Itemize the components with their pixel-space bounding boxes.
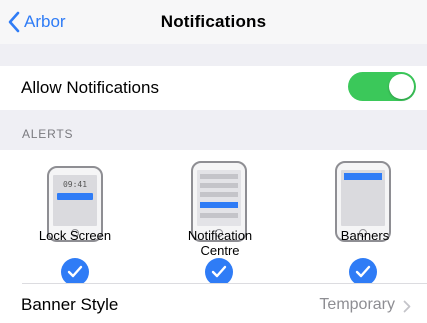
allow-notifications-label: Allow Notifications: [21, 78, 159, 97]
notification-stripe: [200, 174, 238, 179]
lock-screen-time: 09:41: [62, 180, 88, 189]
banner-style-label: Banner Style: [21, 295, 119, 314]
banner-style-row[interactable]: Banner Style Temporary: [0, 284, 427, 323]
notification-bar: [200, 202, 238, 208]
lock-screen-label: Lock Screen: [38, 228, 112, 243]
alerts-section-header: ALERTS: [0, 110, 427, 150]
notification-bar: [344, 173, 382, 180]
phone-screen: [197, 170, 241, 226]
checkmark-icon: [211, 265, 227, 278]
allow-notifications-toggle[interactable]: [348, 72, 416, 101]
banners-checkmark[interactable]: [349, 258, 377, 286]
chevron-right-icon: [403, 300, 411, 313]
alerts-header-label: ALERTS: [22, 127, 74, 141]
notification-stripe: [200, 213, 238, 218]
lock-screen-checkmark[interactable]: [61, 258, 89, 286]
page-title: Notifications: [160, 12, 267, 31]
checkmark-icon: [355, 265, 371, 278]
toggle-knob: [389, 74, 414, 99]
group-spacer: [0, 44, 427, 66]
navigation-bar: Arbor Notifications: [0, 0, 427, 44]
notification-bar: [57, 193, 93, 200]
notification-centre-checkmark[interactable]: [205, 258, 233, 286]
banners-label: Banners: [340, 228, 390, 243]
banner-style-value: Temporary: [319, 296, 395, 313]
phone-screen: 09:41: [53, 175, 97, 226]
phone-screen: [341, 170, 385, 226]
notification-stripe: [200, 183, 238, 188]
notification-stripe: [200, 192, 238, 197]
notification-centre-label: Notification Centre: [187, 228, 253, 258]
checkmark-icon: [67, 265, 83, 278]
